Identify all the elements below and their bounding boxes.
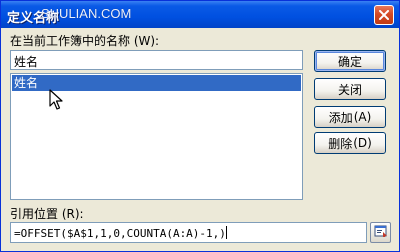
watermark: SHULIAN.COM <box>41 6 132 21</box>
delete-button-label: 删除 <box>328 136 353 151</box>
add-button-mnemonic: (A) <box>353 110 372 124</box>
close-window-button[interactable] <box>374 5 394 25</box>
names-list[interactable]: 姓名 <box>10 73 303 200</box>
define-name-dialog: 定义名称 SHULIAN.COM 在当前工作簿中的名称 (W): 姓名 姓名 确… <box>0 0 400 252</box>
close-icon <box>379 10 389 20</box>
delete-button-mnemonic: (D) <box>353 136 372 150</box>
name-input[interactable]: 姓名 <box>10 50 303 70</box>
list-item[interactable]: 姓名 <box>12 75 301 91</box>
ok-button-label: 确定 <box>337 54 362 69</box>
collapse-dialog-icon <box>374 224 388 241</box>
refers-to-label: 引用位置 (R): <box>10 207 84 221</box>
refers-to-value: =OFFSET($A$1,1,0,COUNTA(A:A)-1,) <box>14 227 226 240</box>
text-caret <box>225 226 227 239</box>
collapse-dialog-button[interactable] <box>370 222 391 243</box>
names-label: 在当前工作簿中的名称 (W): <box>10 34 160 48</box>
delete-button[interactable]: 删除 (D) <box>314 132 386 154</box>
refers-to-input[interactable]: =OFFSET($A$1,1,0,COUNTA(A:A)-1,) <box>10 222 367 243</box>
title-bar[interactable]: 定义名称 SHULIAN.COM <box>1 1 399 28</box>
ok-button[interactable]: 确定 <box>314 50 386 72</box>
add-button[interactable]: 添加 (A) <box>314 106 386 128</box>
close-button[interactable]: 关闭 <box>314 78 386 100</box>
add-button-label: 添加 <box>328 110 353 125</box>
close-button-label: 关闭 <box>337 82 362 97</box>
